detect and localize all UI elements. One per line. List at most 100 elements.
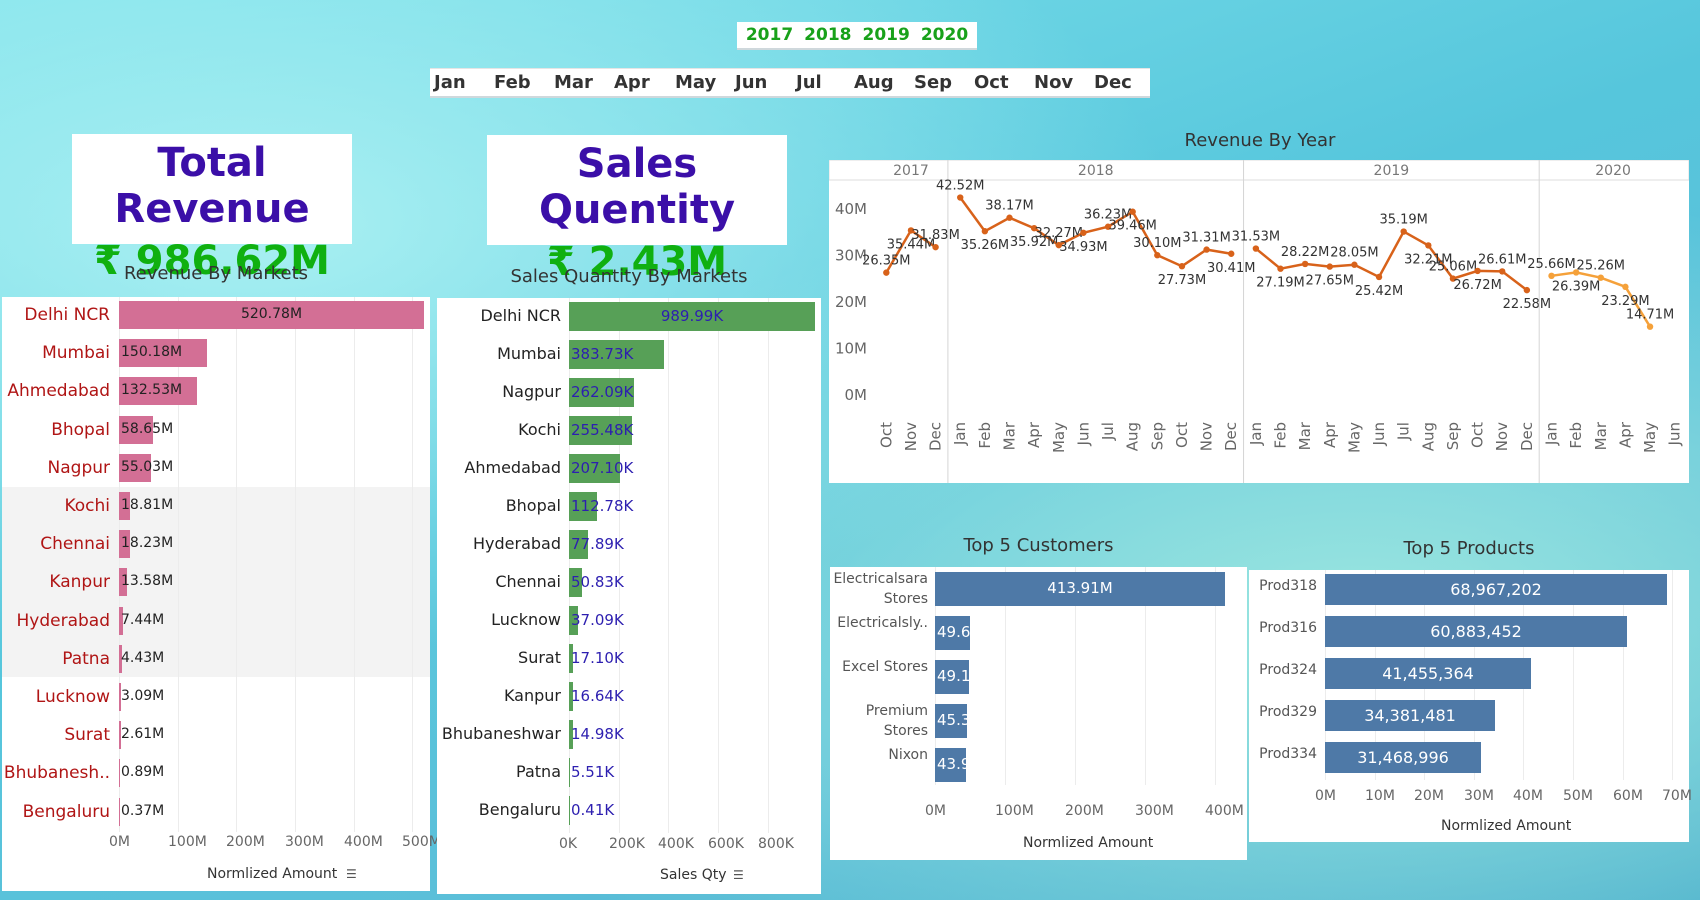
value-label-patna: 5.51K (571, 763, 615, 781)
value-label-nagpur: 55.03M (121, 458, 174, 475)
month-filter-may[interactable]: May (675, 72, 716, 93)
data-label-2019-mar: 28.22M (1281, 245, 1329, 260)
month-filter-sep[interactable]: Sep (914, 72, 952, 93)
data-point-2019-jul (1400, 228, 1407, 235)
data-label-2018-jun: 34.93M (1059, 240, 1107, 255)
data-label-2018-aug: 39.46M (1108, 219, 1156, 234)
products-plot-area: 68,967,202 60,883,452 41,455,364 34,381,481… (1325, 570, 1682, 780)
value-label-kanpur: 16.64K (571, 687, 624, 705)
data-label-2018-mar: 38.17M (985, 199, 1033, 214)
value-label-kochi: 255.48K (571, 421, 634, 439)
data-point-2017-dec (932, 243, 939, 251)
value-label-electricalsara-stores: 413.91M (1047, 579, 1113, 597)
year-filter-2019[interactable]: 2019 (863, 25, 910, 45)
month-filter-mar[interactable]: Mar (554, 72, 593, 93)
value-label-patna: 4.43M (121, 649, 165, 666)
category-label-prod318: Prod318 (1259, 578, 1317, 594)
month-filter-apr[interactable]: Apr (614, 72, 650, 93)
data-point-2019-jun (1375, 273, 1383, 281)
month-filter-feb[interactable]: Feb (494, 72, 531, 93)
x-tick-60m: 60M (1613, 788, 1643, 804)
x-tick-40m: 40M (1513, 788, 1543, 804)
sort-icon[interactable]: ☰ (733, 868, 744, 882)
x-tick-0m: 0M (1315, 788, 1336, 804)
month-filter-dec[interactable]: Dec (1094, 72, 1132, 93)
year-filter-2020[interactable]: 2020 (921, 25, 968, 45)
year-filter-2018[interactable]: 2018 (804, 25, 851, 45)
category-label-hyderabad: Hyderabad (16, 610, 111, 631)
data-point-2018-nov (1203, 246, 1210, 253)
month-label-oct: Oct (1173, 422, 1191, 448)
value-label-bhopal: 58.65M (121, 420, 174, 437)
sort-icon[interactable]: ☰ (346, 867, 357, 881)
quantity-x-axis-title: Sales Qty (660, 867, 727, 883)
month-filter-jul[interactable]: Jul (796, 72, 822, 93)
month-label-feb: Feb (976, 422, 994, 449)
products-x-axis-title: Normlized Amount (1441, 818, 1572, 834)
data-label-2017-dec: 31.83M (911, 228, 959, 243)
data-point-2019-mar (1301, 260, 1309, 268)
data-label-2018-dec: 30.41M (1207, 261, 1255, 276)
data-point-2019-dec (1523, 286, 1531, 294)
x-tick-300m: 300M (285, 834, 324, 850)
data-label-2019-jul: 35.19M (1379, 213, 1427, 228)
x-tick-0m: 0M (925, 803, 946, 819)
category-label-patna: Patna (516, 762, 561, 781)
year-filter-2017[interactable]: 2017 (746, 25, 793, 45)
category-label-prod334: Prod334 (1259, 746, 1317, 762)
category-label-nixon: Nixon (888, 747, 928, 763)
data-label-2019-dec: 22.58M (1503, 297, 1551, 312)
sales-quantity-by-markets-chart: 989.99K 383.73K 262.09K 255.48K 207.10K 112.7… (437, 298, 821, 894)
month-filter-oct[interactable]: Oct (974, 72, 1009, 93)
data-point-2017-oct (883, 269, 890, 276)
data-label-2017-oct: 26.35M (862, 254, 910, 269)
month-label-apr: Apr (1025, 421, 1043, 448)
x-tick-600k: 600K (708, 836, 744, 852)
data-label-2018-sep: 30.10M (1133, 236, 1181, 251)
category-label-nagpur: Nagpur (502, 382, 561, 401)
month-label-may: May (1050, 422, 1068, 453)
data-label-2018-jan: 42.52M (936, 179, 984, 194)
top-5-products-chart: 68,967,202 60,883,452 41,455,364 34,381,481… (1249, 570, 1692, 842)
data-point-2018-jun (1080, 229, 1087, 236)
data-label-2019-feb: 27.19M (1256, 276, 1304, 291)
revenue-category-axis: Delhi NCR Mumbai Ahmedabad Bhopal Nagpur Koch… (2, 297, 114, 832)
data-point-2020-may (1646, 323, 1654, 330)
value-label-prod316: 60,883,452 (1430, 622, 1522, 641)
x-tick-500m: 500M (402, 834, 441, 850)
category-label-kochi: Kochi (64, 496, 110, 516)
value-label-prod329: 34,381,481 (1364, 706, 1456, 725)
value-label-prod318: 68,967,202 (1450, 580, 1542, 599)
revenue-by-year-title: Revenue By Year (1184, 130, 1336, 151)
month-filter-jun[interactable]: Jun (735, 72, 767, 93)
data-point-2019-oct (1474, 267, 1481, 275)
revenue-by-markets-chart: 520.78M 150.18M 132.53M 58.65M 55.03M 18.81M 1… (2, 297, 441, 891)
value-label-kanpur: 13.58M (121, 573, 174, 590)
month-label-jul: Jul (1099, 422, 1117, 441)
category-label-bhopal: Bhopal (505, 496, 561, 515)
revenue-x-axis: 0M 100M 200M 300M 400M 500M (109, 834, 441, 854)
top-5-products-title: Top 5 Products (1403, 538, 1535, 559)
sales-quantity-card: Sales Quentity ₹ 2.43M (487, 135, 787, 285)
month-filter-aug[interactable]: Aug (854, 72, 894, 93)
customers-category-axis: Electricalsara Stores Electricalsly.. Exce… (830, 567, 932, 785)
products-x-axis: 0M 10M 20M 30M 40M 50M 60M 70M (1315, 788, 1692, 808)
data-label-2019-oct: 26.72M (1453, 278, 1501, 293)
month-label-aug: Aug (1124, 422, 1142, 451)
value-label-hyderabad: 77.89K (571, 535, 624, 553)
data-label-2020-mar: 25.26M (1577, 259, 1625, 274)
data-label-2019-jan: 31.53M (1232, 230, 1280, 245)
quantity-plot-area: 989.99K 383.73K 262.09K 255.48K 207.10K 112.7… (569, 298, 815, 833)
data-point-2020-apr (1622, 283, 1629, 291)
revenue-by-year-chart: 40M 30M 20M 10M 0M 2017 Oct Nov Dec 26.35M 35.44M 3… (828, 159, 1690, 483)
category-label-lucknow: Lucknow (35, 687, 110, 707)
category-label-bhopal: Bhopal (51, 419, 110, 440)
year-header-band (828, 159, 1690, 181)
data-point-2018-dec (1228, 250, 1235, 257)
value-label-ahmedabad: 207.10K (571, 459, 634, 477)
month-label-apr: Apr (1616, 421, 1634, 448)
month-filter-nov[interactable]: Nov (1034, 72, 1073, 93)
month-filter-jan[interactable]: Jan (434, 72, 466, 93)
category-label-mumbai: Mumbai (497, 344, 561, 363)
y-tick-10m: 10M (835, 340, 867, 358)
